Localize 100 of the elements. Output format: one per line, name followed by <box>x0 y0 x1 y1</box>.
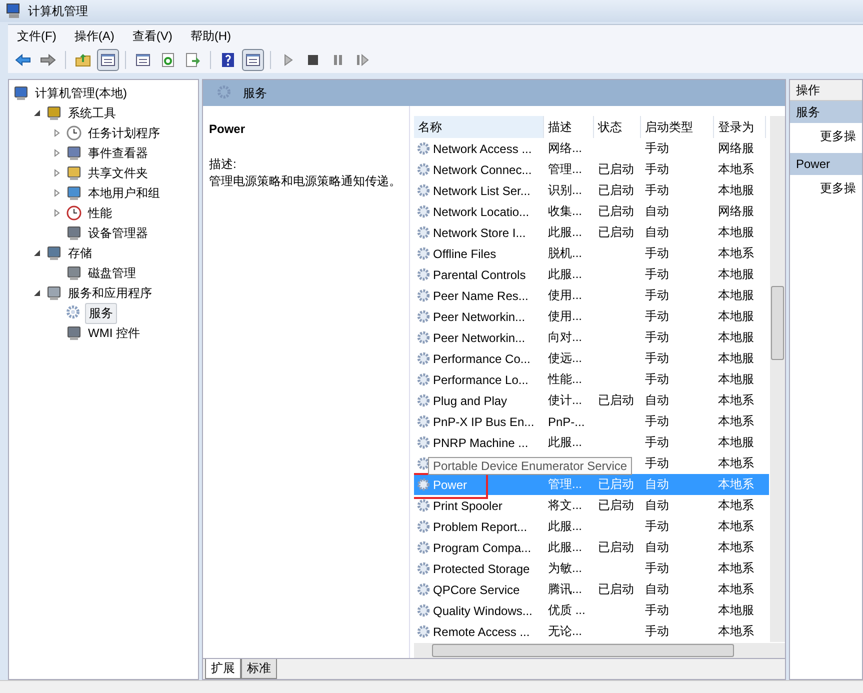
collapse-arrow-icon[interactable] <box>33 289 41 297</box>
horizontal-scrollbar[interactable] <box>414 643 785 658</box>
expand-arrow-icon[interactable] <box>53 209 61 217</box>
menu-item[interactable]: 查看(V) <box>123 28 182 44</box>
stop-icon <box>305 52 321 68</box>
table-cell: 本地系 <box>718 413 754 430</box>
menu-item[interactable]: 操作(A) <box>65 28 124 44</box>
table-cell: 网络... <box>548 140 582 157</box>
table-cell: 为敏... <box>548 560 582 577</box>
table-row[interactable]: Program Compa... 此服... 已启动 自动 本地系 <box>414 537 769 558</box>
table-row[interactable]: Network Locatio... 收集... 已启动 自动 网络服 <box>414 201 769 222</box>
table-cell: 本地服 <box>718 602 754 619</box>
table-row[interactable]: PNRP Machine ... 此服... 手动 本地服 <box>414 432 769 453</box>
menu-item[interactable]: 文件(F) <box>8 28 66 44</box>
table-cell: 腾讯... <box>548 581 582 598</box>
column-header[interactable]: 名称 <box>414 116 544 138</box>
table-cell: 性能... <box>548 371 582 388</box>
table-cell: 手动 <box>645 455 669 472</box>
menu-item[interactable]: 帮助(H) <box>181 28 240 44</box>
expand-arrow-icon[interactable] <box>53 169 61 177</box>
table-row[interactable]: Remote Access ... 无论... 手动 本地系 <box>414 621 769 642</box>
action-link[interactable]: 更多操 <box>790 123 862 153</box>
expand-arrow-icon[interactable] <box>53 149 61 157</box>
column-header[interactable]: 登录为 <box>714 116 766 138</box>
table-row[interactable]: Print Spooler 将文... 已启动 自动 本地系 <box>414 495 769 516</box>
tree-item[interactable]: 事件查看器 <box>85 144 151 162</box>
tree-item[interactable]: 设备管理器 <box>85 224 151 242</box>
table-cell: 本地系 <box>718 518 754 535</box>
table-row[interactable]: PnP-X IP Bus En... PnP-... 手动 本地系 <box>414 411 769 432</box>
table-row[interactable]: Network List Ser... 识别... 已启动 手动 本地服 <box>414 180 769 201</box>
table-row[interactable]: Performance Lo... 性能... 手动 本地服 <box>414 369 769 390</box>
section-header[interactable]: Power <box>790 153 862 175</box>
gear-icon <box>416 456 431 471</box>
computer-icon <box>6 3 22 19</box>
gear-icon <box>416 309 431 324</box>
tab[interactable]: 扩展 <box>205 659 241 679</box>
table-cell: 手动 <box>645 623 669 640</box>
window-icon <box>135 52 151 68</box>
table-cell: 手动 <box>645 413 669 430</box>
table-row[interactable]: Peer Name Res... 使用... 手动 本地服 <box>414 285 769 306</box>
expand-arrow-icon[interactable] <box>53 129 61 137</box>
table-cell: 使远... <box>548 350 582 367</box>
table-cell: 使用... <box>548 308 582 325</box>
gear-icon <box>416 582 431 597</box>
tree-item[interactable]: 磁盘管理 <box>85 264 139 282</box>
tab[interactable]: 标准 <box>241 659 277 679</box>
column-header[interactable]: 启动类型 <box>641 116 714 138</box>
gear-icon <box>416 225 431 240</box>
tree-item[interactable]: 性能 <box>85 204 115 222</box>
gear-icon <box>416 414 431 429</box>
export-icon <box>185 52 201 68</box>
table-row[interactable]: Peer Networkin... 向对... 手动 本地服 <box>414 327 769 348</box>
column-header[interactable]: 描述 <box>544 116 594 138</box>
tree-item[interactable]: 共享文件夹 <box>85 164 151 182</box>
tree-item[interactable]: WMI 控件 <box>85 324 143 342</box>
table-row[interactable]: Problem Report... 此服... 手动 本地系 <box>414 516 769 537</box>
vertical-scrollbar[interactable] <box>770 116 785 642</box>
toolbar-button[interactable] <box>242 49 264 71</box>
column-header[interactable]: 状态 <box>594 116 641 138</box>
table-row[interactable]: Peer Networkin... 使用... 手动 本地服 <box>414 306 769 327</box>
expand-arrow-icon[interactable] <box>53 189 61 197</box>
toolbar-button[interactable] <box>97 49 119 71</box>
table-cell: 手动 <box>645 287 669 304</box>
table-row[interactable]: Plug and Play 使计... 已启动 自动 本地系 <box>414 390 769 411</box>
section-header[interactable]: 服务 <box>790 101 862 123</box>
description-text: 管理电源策略和电源策略通知传递。 <box>209 173 402 190</box>
tree-item[interactable]: 服务和应用程序 <box>65 284 155 302</box>
table-row[interactable]: Quality Windows... 优质 ... 手动 本地服 <box>414 600 769 621</box>
table-row[interactable]: Network Store I... 此服... 已启动 自动 本地服 <box>414 222 769 243</box>
tree-item[interactable]: 本地用户和组 <box>85 184 163 202</box>
table-row[interactable]: Performance Co... 使远... 手动 本地服 <box>414 348 769 369</box>
table-row[interactable]: Offline Files 脱机... 手动 本地系 <box>414 243 769 264</box>
table-cell: 本地服 <box>718 329 754 346</box>
table-cell: 本地服 <box>718 434 754 451</box>
collapse-arrow-icon[interactable] <box>33 109 41 117</box>
tree-item[interactable]: 存储 <box>65 244 95 262</box>
table-row[interactable]: Network Access ... 网络... 手动 网络服 <box>414 138 769 159</box>
table-row[interactable]: Parental Controls 此服... 手动 本地服 <box>414 264 769 285</box>
table-cell: Plug and Play <box>433 394 508 408</box>
table-cell: 本地系 <box>718 581 754 598</box>
tree-item[interactable]: 服务 <box>85 302 117 324</box>
table-row[interactable]: Protected Storage 为敏... 手动 本地系 <box>414 558 769 579</box>
table-row[interactable]: Network Connec... 管理... 已启动 手动 本地系 <box>414 159 769 180</box>
tree-item[interactable]: 系统工具 <box>65 104 119 122</box>
tree-item[interactable]: 计算机管理(本地) <box>32 84 130 102</box>
table-cell: 管理... <box>548 161 582 178</box>
collapse-arrow-icon[interactable] <box>33 249 41 257</box>
table-cell: 本地服 <box>718 182 754 199</box>
table-cell: 本地系 <box>718 392 754 409</box>
table-cell: PnP-X IP Bus En... <box>433 414 534 428</box>
window-icon <box>100 52 116 68</box>
tree-item[interactable]: 任务计划程序 <box>85 124 163 142</box>
table-cell: 手动 <box>645 161 669 178</box>
table-cell: 向对... <box>548 329 582 346</box>
table-cell: 已启动 <box>598 581 634 598</box>
table-row[interactable]: QPCore Service 腾讯... 已启动 自动 本地系 <box>414 579 769 600</box>
action-link[interactable]: 更多操 <box>790 175 862 205</box>
table-cell: 手动 <box>645 371 669 388</box>
table-row[interactable]: Portable Device Enumerator Service 手动 本地系 <box>414 453 769 474</box>
table-cell: 已启动 <box>598 203 634 220</box>
